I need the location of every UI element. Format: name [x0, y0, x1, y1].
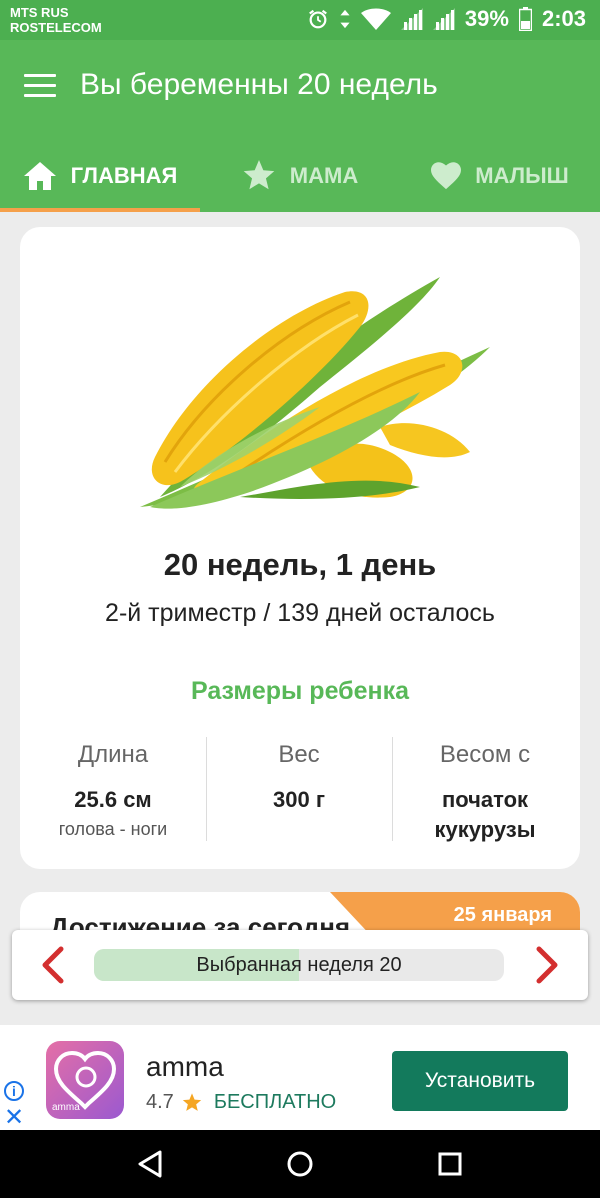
ad-price: БЕСПЛАТНО [213, 1091, 337, 1113]
stat-label: Вес [278, 741, 320, 768]
star-icon [182, 1092, 201, 1111]
stat-value: 300 г [273, 787, 325, 812]
ad-app-name[interactable]: amma [146, 1051, 224, 1083]
ad-rating: 4.7 [146, 1091, 174, 1113]
baby-sizes-title: Размеры ребенка [190, 677, 410, 705]
corn-icon [140, 277, 490, 509]
ad-meta: 4.7 БЕСПЛАТНО [146, 1091, 336, 1114]
home-button-icon[interactable] [284, 1148, 316, 1180]
back-icon[interactable] [134, 1148, 166, 1180]
signal-icon [432, 8, 455, 30]
achievement-date: 25 января [453, 904, 552, 926]
stat-value: 25.6 см [74, 787, 152, 812]
hamburger-menu-icon[interactable] [24, 74, 56, 100]
install-button[interactable]: Установить [392, 1051, 568, 1111]
heart-icon [431, 162, 462, 190]
tab-home[interactable]: ГЛАВНАЯ [0, 140, 200, 212]
app-bar: Вы беременны 20 недель [0, 40, 600, 140]
signal-icon [400, 8, 423, 30]
stat-sub: голова - ноги [58, 819, 168, 839]
tab-bar: ГЛАВНАЯ МАМА МАЛЫШ [0, 140, 600, 212]
tab-baby[interactable]: МАЛЫШ [400, 140, 600, 212]
data-arrows-icon [340, 9, 350, 29]
carrier-name-1: MTS RUS [10, 5, 69, 20]
chevron-right-icon[interactable] [526, 945, 566, 985]
ad-banner: i ✕ amma amma 4.7 БЕСПЛАТНО Установить [0, 1025, 600, 1132]
stat-weight: Вес 300 г [206, 737, 392, 841]
clock: 2:03 [541, 6, 586, 31]
recent-apps-icon[interactable] [434, 1148, 466, 1180]
system-nav-bar [0, 1130, 600, 1198]
trimester-text: 2-й триместр / 139 дней осталось [105, 599, 495, 627]
week-progress-bar: Выбранная неделя 20 [94, 949, 504, 981]
stat-label: Длина [77, 741, 149, 768]
stat-size-comparison: Весом с початок кукурузы [392, 737, 578, 842]
app-title: Вы беременны 20 недель [80, 68, 438, 101]
battery-percent: 39% [464, 6, 509, 31]
week-info-card: 20 недель, 1 день 2-й триместр / 139 дне… [20, 227, 580, 869]
alarm-icon [308, 9, 327, 29]
tab-label: МАЛЫШ [475, 163, 569, 188]
battery-icon [518, 7, 532, 31]
tab-mama[interactable]: МАМА [200, 140, 400, 212]
status-bar: MTS RUS ROSTELECOM 39% 2:03 [0, 0, 600, 40]
wifi-icon [360, 8, 391, 30]
app-icon[interactable]: amma [46, 1041, 124, 1119]
week-selector: Выбранная неделя 20 [12, 930, 588, 1000]
carrier-name-2: ROSTELECOM [10, 20, 102, 35]
star-icon [243, 160, 275, 190]
stat-label: Весом с [439, 741, 531, 768]
stat-length: Длина 25.6 см голова - ноги [20, 737, 206, 841]
tab-label: МАМА [289, 163, 359, 188]
stat-value: початок кукурузы [434, 787, 536, 842]
info-icon[interactable]: i [4, 1081, 24, 1101]
home-icon [23, 162, 56, 190]
app-icon-text: amma [52, 1102, 80, 1113]
close-icon[interactable]: ✕ [4, 1103, 24, 1132]
carrier-info: MTS RUS ROSTELECOM [10, 5, 102, 35]
tab-label: ГЛАВНАЯ [70, 163, 178, 188]
selected-week-label: Выбранная неделя 20 [196, 954, 402, 976]
baby-stats: Длина 25.6 см голова - ноги Вес 300 г Ве… [20, 737, 580, 842]
chevron-left-icon[interactable] [34, 945, 74, 985]
week-title: 20 недель, 1 день [163, 547, 437, 582]
